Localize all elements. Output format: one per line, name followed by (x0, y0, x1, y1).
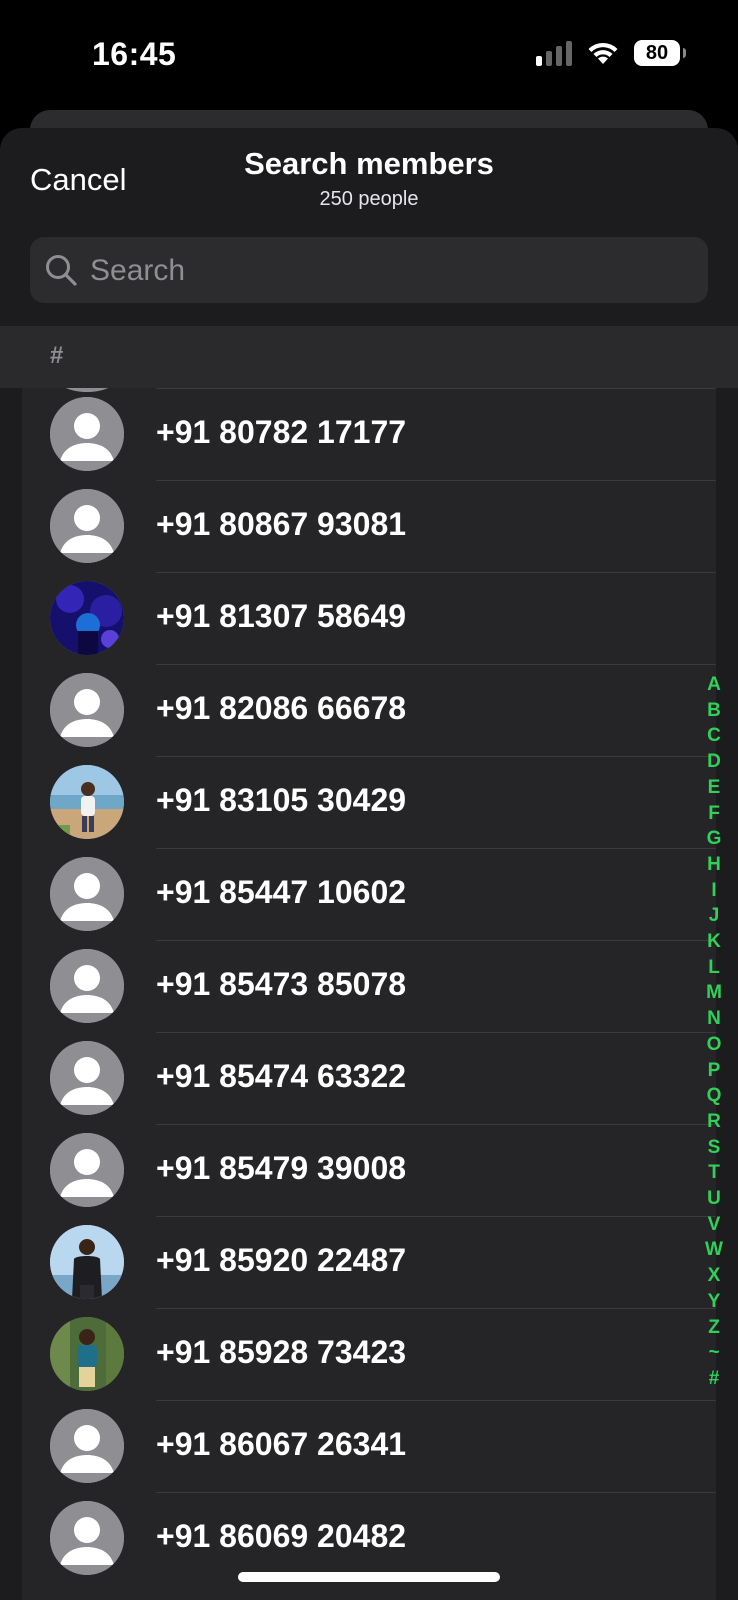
row-divider (156, 480, 716, 481)
member-row[interactable]: +91 83105 30429 (22, 756, 716, 848)
index-letter[interactable]: O (707, 1032, 722, 1058)
index-letter[interactable]: # (709, 1366, 720, 1392)
index-letter[interactable]: S (708, 1135, 721, 1161)
avatar (50, 581, 124, 655)
index-letter[interactable]: W (705, 1237, 723, 1263)
avatar (50, 765, 124, 839)
index-letter[interactable]: C (707, 723, 721, 749)
status-bar: 16:45 80 (0, 0, 738, 110)
member-count: 250 people (319, 188, 419, 210)
member-row[interactable]: +91 85928 73423 (22, 1308, 716, 1400)
row-divider (156, 940, 716, 941)
index-letter[interactable]: A (707, 672, 721, 698)
default-avatar-icon (50, 673, 124, 747)
member-phone-number: +91 85928 73423 (156, 1334, 407, 1370)
default-avatar-icon (50, 1133, 124, 1207)
member-phone-number: +91 85474 63322 (156, 1058, 407, 1094)
member-phone-number: +91 80782 17177 (156, 414, 407, 450)
index-letter[interactable]: F (708, 801, 720, 827)
member-phone-number: +91 81307 58649 (156, 598, 407, 634)
home-indicator[interactable] (238, 1572, 500, 1582)
index-letter[interactable]: M (706, 980, 722, 1006)
alphabet-index[interactable]: A B C D E F G H I J K L M N O P Q R S T U V W X Y Z ~ # (702, 672, 726, 1392)
member-row[interactable]: +91 85447 10602 (22, 848, 716, 940)
index-letter[interactable]: H (707, 852, 721, 878)
row-divider (156, 664, 716, 665)
row-divider (156, 1124, 716, 1125)
index-letter[interactable]: R (707, 1109, 721, 1135)
search-bar[interactable] (30, 237, 708, 305)
member-row[interactable]: +91 85473 85078 (22, 940, 716, 1032)
default-avatar-icon (50, 1041, 124, 1115)
row-divider (156, 1308, 716, 1309)
search-members-sheet: Cancel Search members 250 people # +91 8… (0, 128, 738, 1600)
member-row[interactable]: +91 80867 93081 (22, 480, 716, 572)
cellular-signal-icon (536, 40, 572, 66)
member-phone-number: +91 80867 93081 (156, 506, 407, 542)
member-row[interactable]: +91 85479 39008 (22, 1124, 716, 1216)
index-letter[interactable]: D (707, 749, 721, 775)
row-divider (156, 572, 716, 573)
index-letter[interactable]: Q (707, 1083, 722, 1109)
index-letter[interactable]: T (708, 1160, 720, 1186)
avatar (50, 1225, 124, 1299)
row-divider (156, 388, 716, 389)
member-phone-number: +91 86067 26341 (156, 1426, 407, 1462)
search-icon (46, 255, 77, 286)
index-letter[interactable]: E (708, 775, 721, 801)
status-time: 16:45 (92, 36, 177, 72)
member-phone-number: +91 85920 22487 (156, 1242, 407, 1278)
default-avatar-icon (50, 949, 124, 1023)
index-letter[interactable]: L (708, 955, 720, 981)
member-list[interactable]: +91 80782 17177 +91 80867 93081 +91 81307 … (22, 388, 716, 1600)
member-phone-number: +91 86069 20482 (156, 1518, 407, 1554)
row-divider (156, 1492, 716, 1493)
default-avatar-icon (50, 397, 124, 471)
wifi-icon (588, 42, 618, 64)
member-row[interactable]: +91 82086 66678 (22, 664, 716, 756)
member-row[interactable]: +91 85474 63322 (22, 1032, 716, 1124)
row-divider (156, 1400, 716, 1401)
member-row[interactable]: +91 86069 20482 (22, 1492, 716, 1584)
index-letter[interactable]: ~ (708, 1340, 719, 1366)
member-row[interactable]: +91 86067 26341 (22, 1400, 716, 1492)
default-avatar-icon (50, 1501, 124, 1575)
member-phone-number: +91 85473 85078 (156, 966, 407, 1002)
section-header-label: # (50, 342, 64, 369)
member-row[interactable]: +91 81307 58649 (22, 572, 716, 664)
row-divider (156, 1032, 716, 1033)
battery-icon: 80 (634, 40, 686, 66)
index-letter[interactable]: U (707, 1186, 721, 1212)
default-avatar-icon (50, 857, 124, 931)
index-letter[interactable]: B (707, 698, 721, 724)
section-header: # (0, 326, 738, 388)
avatar (50, 1317, 124, 1391)
row-divider (156, 848, 716, 849)
member-phone-number: +91 85447 10602 (156, 874, 407, 910)
member-row[interactable]: +91 85920 22487 (22, 1216, 716, 1308)
index-letter[interactable]: N (707, 1006, 721, 1032)
sheet-title: Search members (244, 146, 494, 181)
member-phone-number: +91 83105 30429 (156, 782, 407, 818)
index-letter[interactable]: V (708, 1212, 721, 1238)
default-avatar-icon (50, 489, 124, 563)
default-avatar-icon (50, 1409, 124, 1483)
index-letter[interactable]: K (707, 929, 721, 955)
member-row[interactable]: +91 80782 17177 (22, 388, 716, 480)
member-phone-number: +91 85479 39008 (156, 1150, 407, 1186)
index-letter[interactable]: Z (708, 1315, 720, 1341)
row-divider (156, 756, 716, 757)
index-letter[interactable]: Y (708, 1289, 721, 1315)
index-letter[interactable]: I (711, 878, 716, 904)
index-letter[interactable]: P (708, 1058, 721, 1084)
status-icons: 80 (536, 40, 686, 66)
index-letter[interactable]: J (709, 903, 720, 929)
index-letter[interactable]: X (708, 1263, 721, 1289)
search-input[interactable] (88, 237, 692, 305)
member-phone-number: +91 82086 66678 (156, 690, 407, 726)
index-letter[interactable]: G (707, 826, 722, 852)
row-divider (156, 1216, 716, 1217)
